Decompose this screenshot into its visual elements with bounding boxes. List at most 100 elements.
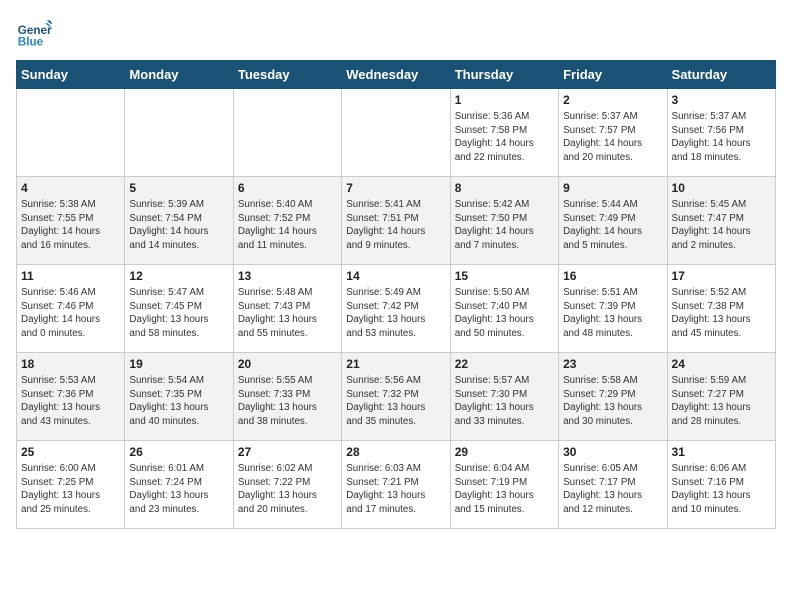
calendar-cell: 13 Sunrise: 5:48 AM Sunset: 7:43 PM Dayli… (233, 265, 341, 353)
day-info: Sunrise: 6:04 AM Sunset: 7:19 PM Dayligh… (455, 462, 554, 517)
calendar-cell: 9 Sunrise: 5:44 AM Sunset: 7:49 PM Daylig… (559, 177, 667, 265)
page-header: General Blue (16, 16, 776, 52)
day-number: 28 (346, 445, 445, 459)
calendar-cell: 24 Sunrise: 5:59 AM Sunset: 7:27 PM Dayli… (667, 353, 775, 441)
calendar-cell (17, 89, 125, 177)
day-info: Sunrise: 5:58 AM Sunset: 7:29 PM Dayligh… (563, 374, 662, 429)
day-info: Sunrise: 5:56 AM Sunset: 7:32 PM Dayligh… (346, 374, 445, 429)
day-number: 11 (21, 269, 120, 283)
day-info: Sunrise: 5:55 AM Sunset: 7:33 PM Dayligh… (238, 374, 337, 429)
day-info: Sunrise: 5:37 AM Sunset: 7:56 PM Dayligh… (672, 110, 771, 165)
day-info: Sunrise: 5:42 AM Sunset: 7:50 PM Dayligh… (455, 198, 554, 253)
day-info: Sunrise: 5:38 AM Sunset: 7:55 PM Dayligh… (21, 198, 120, 253)
day-info: Sunrise: 5:48 AM Sunset: 7:43 PM Dayligh… (238, 286, 337, 341)
calendar-cell: 21 Sunrise: 5:56 AM Sunset: 7:32 PM Dayli… (342, 353, 450, 441)
day-number: 23 (563, 357, 662, 371)
weekday-header-saturday: Saturday (667, 61, 775, 89)
svg-text:Blue: Blue (18, 36, 44, 49)
logo: General Blue (16, 16, 56, 52)
day-info: Sunrise: 5:40 AM Sunset: 7:52 PM Dayligh… (238, 198, 337, 253)
day-number: 18 (21, 357, 120, 371)
day-info: Sunrise: 6:03 AM Sunset: 7:21 PM Dayligh… (346, 462, 445, 517)
day-info: Sunrise: 6:00 AM Sunset: 7:25 PM Dayligh… (21, 462, 120, 517)
day-number: 12 (129, 269, 228, 283)
calendar-cell: 14 Sunrise: 5:49 AM Sunset: 7:42 PM Dayli… (342, 265, 450, 353)
calendar-cell: 30 Sunrise: 6:05 AM Sunset: 7:17 PM Dayli… (559, 441, 667, 529)
calendar-cell: 18 Sunrise: 5:53 AM Sunset: 7:36 PM Dayli… (17, 353, 125, 441)
day-number: 22 (455, 357, 554, 371)
day-number: 14 (346, 269, 445, 283)
day-info: Sunrise: 5:44 AM Sunset: 7:49 PM Dayligh… (563, 198, 662, 253)
day-info: Sunrise: 6:01 AM Sunset: 7:24 PM Dayligh… (129, 462, 228, 517)
day-number: 9 (563, 181, 662, 195)
calendar-cell: 5 Sunrise: 5:39 AM Sunset: 7:54 PM Daylig… (125, 177, 233, 265)
calendar-cell: 20 Sunrise: 5:55 AM Sunset: 7:33 PM Dayli… (233, 353, 341, 441)
day-number: 31 (672, 445, 771, 459)
calendar-cell: 4 Sunrise: 5:38 AM Sunset: 7:55 PM Daylig… (17, 177, 125, 265)
calendar-cell: 28 Sunrise: 6:03 AM Sunset: 7:21 PM Dayli… (342, 441, 450, 529)
day-number: 17 (672, 269, 771, 283)
calendar-cell: 31 Sunrise: 6:06 AM Sunset: 7:16 PM Dayli… (667, 441, 775, 529)
day-number: 29 (455, 445, 554, 459)
day-number: 3 (672, 93, 771, 107)
day-number: 5 (129, 181, 228, 195)
calendar-cell: 11 Sunrise: 5:46 AM Sunset: 7:46 PM Dayli… (17, 265, 125, 353)
weekday-header-wednesday: Wednesday (342, 61, 450, 89)
calendar-cell: 1Sunrise: 5:36 AM Sunset: 7:58 PM Daylig… (450, 89, 558, 177)
day-number: 16 (563, 269, 662, 283)
day-info: Sunrise: 5:46 AM Sunset: 7:46 PM Dayligh… (21, 286, 120, 341)
calendar-cell: 3 Sunrise: 5:37 AM Sunset: 7:56 PM Daylig… (667, 89, 775, 177)
day-number: 21 (346, 357, 445, 371)
day-number: 8 (455, 181, 554, 195)
calendar-cell: 8 Sunrise: 5:42 AM Sunset: 7:50 PM Daylig… (450, 177, 558, 265)
day-info: Sunrise: 5:45 AM Sunset: 7:47 PM Dayligh… (672, 198, 771, 253)
day-info: Sunrise: 5:53 AM Sunset: 7:36 PM Dayligh… (21, 374, 120, 429)
calendar-cell (342, 89, 450, 177)
weekday-header-friday: Friday (559, 61, 667, 89)
day-number: 27 (238, 445, 337, 459)
day-number: 1 (455, 93, 554, 107)
calendar-cell: 26 Sunrise: 6:01 AM Sunset: 7:24 PM Dayli… (125, 441, 233, 529)
day-number: 4 (21, 181, 120, 195)
day-number: 19 (129, 357, 228, 371)
day-number: 2 (563, 93, 662, 107)
day-number: 26 (129, 445, 228, 459)
calendar-cell: 6Sunrise: 5:40 AM Sunset: 7:52 PM Daylig… (233, 177, 341, 265)
weekday-header-thursday: Thursday (450, 61, 558, 89)
calendar-cell: 29 Sunrise: 6:04 AM Sunset: 7:19 PM Dayli… (450, 441, 558, 529)
weekday-header-sunday: Sunday (17, 61, 125, 89)
day-info: Sunrise: 5:59 AM Sunset: 7:27 PM Dayligh… (672, 374, 771, 429)
day-number: 20 (238, 357, 337, 371)
day-info: Sunrise: 6:02 AM Sunset: 7:22 PM Dayligh… (238, 462, 337, 517)
day-number: 13 (238, 269, 337, 283)
day-info: Sunrise: 5:47 AM Sunset: 7:45 PM Dayligh… (129, 286, 228, 341)
day-number: 30 (563, 445, 662, 459)
calendar-cell: 22Sunrise: 5:57 AM Sunset: 7:30 PM Dayli… (450, 353, 558, 441)
day-number: 7 (346, 181, 445, 195)
day-number: 24 (672, 357, 771, 371)
weekday-header-monday: Monday (125, 61, 233, 89)
day-number: 10 (672, 181, 771, 195)
calendar-cell: 7 Sunrise: 5:41 AM Sunset: 7:51 PM Daylig… (342, 177, 450, 265)
day-info: Sunrise: 6:06 AM Sunset: 7:16 PM Dayligh… (672, 462, 771, 517)
calendar-cell: 12 Sunrise: 5:47 AM Sunset: 7:45 PM Dayli… (125, 265, 233, 353)
calendar-cell (125, 89, 233, 177)
day-info: Sunrise: 5:51 AM Sunset: 7:39 PM Dayligh… (563, 286, 662, 341)
calendar-cell: 19 Sunrise: 5:54 AM Sunset: 7:35 PM Dayli… (125, 353, 233, 441)
day-info: Sunrise: 5:37 AM Sunset: 7:57 PM Dayligh… (563, 110, 662, 165)
calendar-cell: 10 Sunrise: 5:45 AM Sunset: 7:47 PM Dayli… (667, 177, 775, 265)
day-info: Sunrise: 6:05 AM Sunset: 7:17 PM Dayligh… (563, 462, 662, 517)
calendar-table: SundayMondayTuesdayWednesdayThursdayFrid… (16, 60, 776, 529)
weekday-header-tuesday: Tuesday (233, 61, 341, 89)
calendar-cell: 2 Sunrise: 5:37 AM Sunset: 7:57 PM Daylig… (559, 89, 667, 177)
day-info: Sunrise: 5:50 AM Sunset: 7:40 PM Dayligh… (455, 286, 554, 341)
calendar-cell: 25Sunrise: 6:00 AM Sunset: 7:25 PM Dayli… (17, 441, 125, 529)
day-info: Sunrise: 5:39 AM Sunset: 7:54 PM Dayligh… (129, 198, 228, 253)
day-info: Sunrise: 5:41 AM Sunset: 7:51 PM Dayligh… (346, 198, 445, 253)
day-info: Sunrise: 5:49 AM Sunset: 7:42 PM Dayligh… (346, 286, 445, 341)
day-info: Sunrise: 5:54 AM Sunset: 7:35 PM Dayligh… (129, 374, 228, 429)
calendar-cell: 23 Sunrise: 5:58 AM Sunset: 7:29 PM Dayli… (559, 353, 667, 441)
day-info: Sunrise: 5:52 AM Sunset: 7:38 PM Dayligh… (672, 286, 771, 341)
calendar-cell: 17 Sunrise: 5:52 AM Sunset: 7:38 PM Dayli… (667, 265, 775, 353)
calendar-cell: 16 Sunrise: 5:51 AM Sunset: 7:39 PM Dayli… (559, 265, 667, 353)
